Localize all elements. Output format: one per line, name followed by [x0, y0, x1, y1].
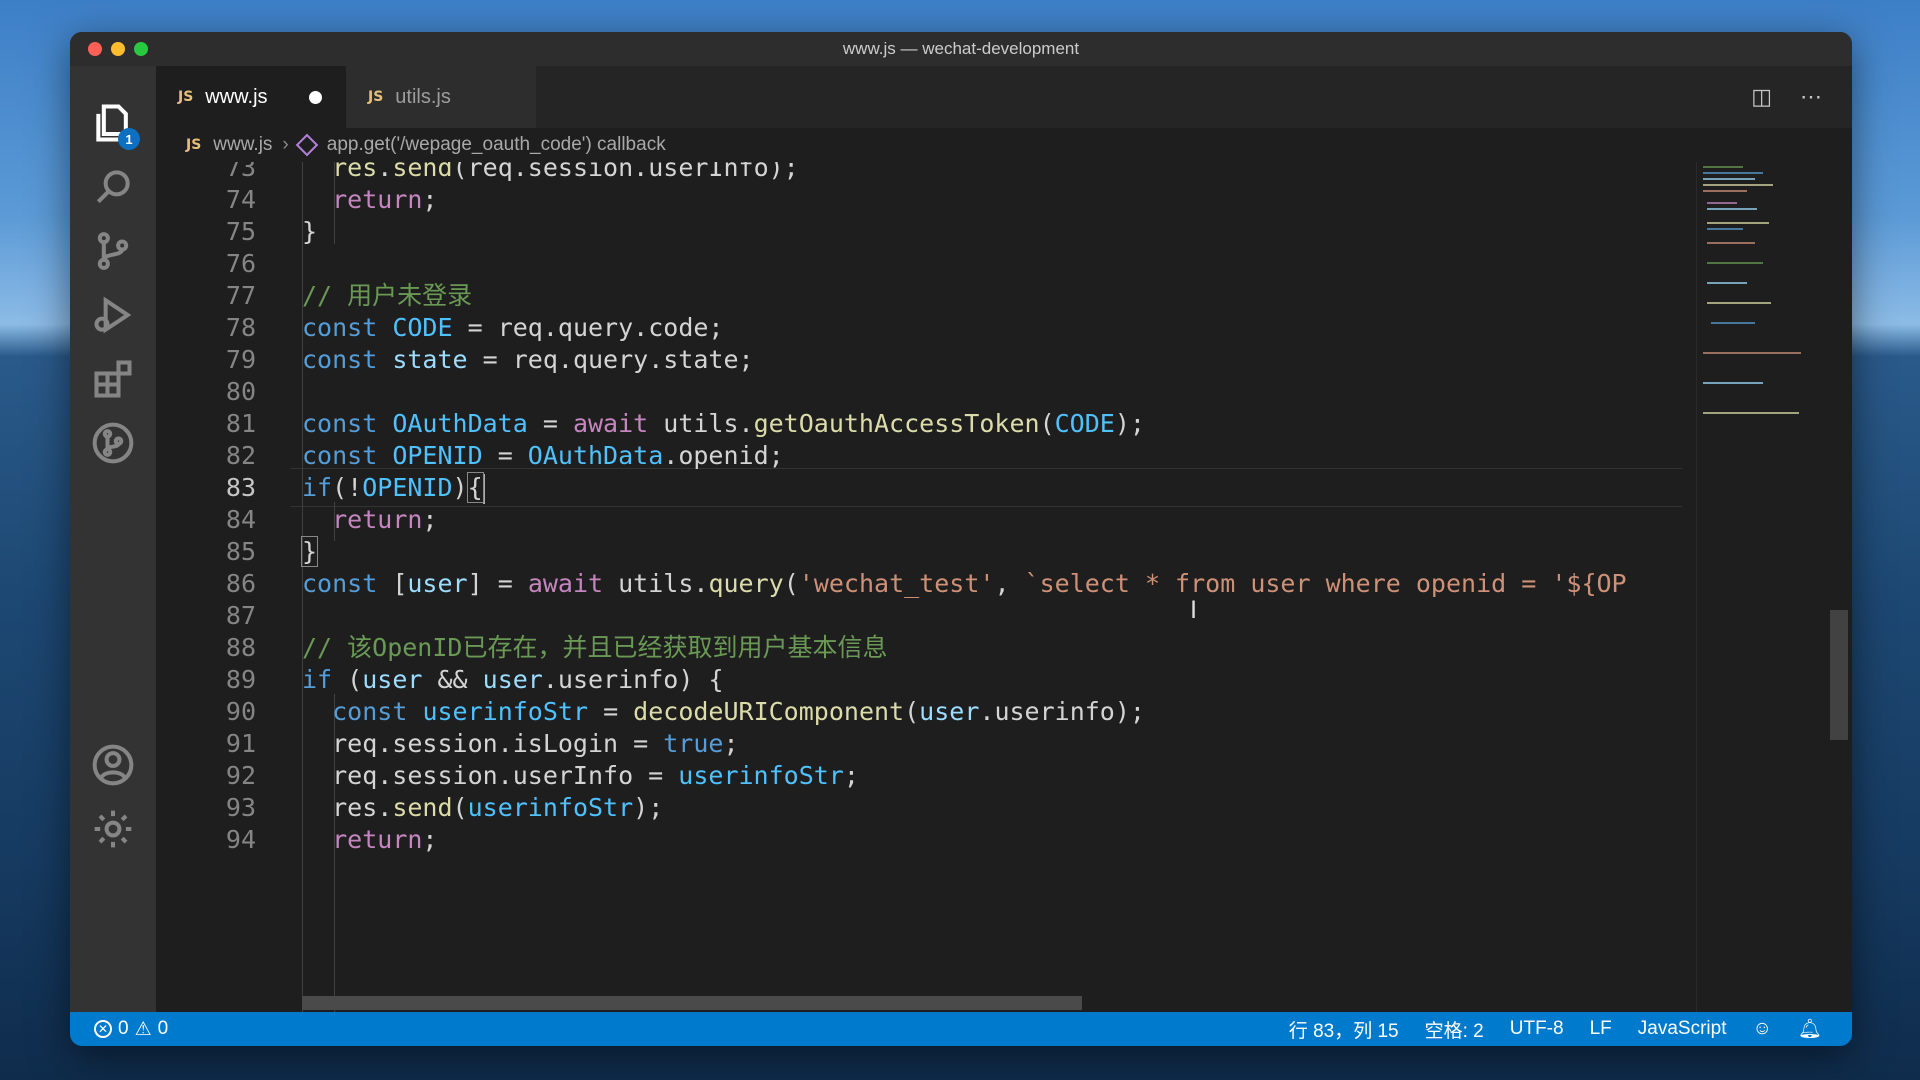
vscode-window: www.js — wechat-development 1 JS www.js … — [70, 32, 1852, 1046]
explorer-badge: 1 — [118, 128, 140, 150]
gear-icon — [94, 810, 132, 848]
breadcrumb-symbol[interactable]: app.get('/wepage_oauth_code') callback — [327, 134, 666, 156]
string-literal: `select * from user where openid = '${OP — [1024, 569, 1627, 598]
code-line: const state = req.query.state; — [302, 345, 754, 374]
editor-actions: ◫ ⋯ — [1751, 84, 1822, 110]
js-file-icon: JS — [186, 137, 202, 153]
code-editor[interactable]: 73 74 75 76 77 78 79 80 81 82 83 84 85 8… — [156, 162, 1696, 1012]
explorer-button[interactable]: 1 — [70, 92, 156, 154]
git-graph-button[interactable] — [70, 412, 156, 474]
more-actions-icon[interactable]: ⋯ — [1800, 84, 1822, 110]
breadcrumb-file[interactable]: www.js — [213, 134, 272, 156]
minimap-line — [1707, 242, 1755, 244]
minimap-line — [1707, 202, 1737, 204]
git-graph-icon — [92, 422, 134, 464]
breadcrumb: JS www.js › app.get('/wepage_oauth_code'… — [156, 128, 1852, 162]
string-literal: 'wechat_test' — [798, 569, 995, 598]
minimap-line — [1707, 228, 1743, 230]
mouse-ibeam-icon: I — [1190, 596, 1198, 624]
activity-bar: 1 — [70, 66, 156, 1012]
manage-button[interactable] — [70, 798, 156, 860]
account-icon — [92, 744, 134, 786]
unsaved-dot-icon[interactable] — [309, 90, 322, 104]
language-mode[interactable]: JavaScript — [1638, 1018, 1727, 1040]
minimap-line — [1707, 208, 1757, 210]
bell-icon[interactable]: 🔔︎ — [1798, 1017, 1822, 1041]
tab-label: utils.js — [395, 85, 451, 108]
split-editor-icon[interactable]: ◫ — [1751, 84, 1772, 110]
chevron-right-icon: › — [282, 134, 289, 155]
code-line: return; — [332, 505, 438, 534]
editor-tab-bar: JS www.js JS utils.js ◫ ⋯ — [156, 66, 1852, 128]
title-bar: www.js — wechat-development — [70, 32, 1852, 66]
minimap-line — [1707, 222, 1769, 224]
code-line: const [user] = await utils.query('wechat… — [302, 569, 1627, 598]
minimap-line — [1703, 178, 1755, 180]
minimap-line — [1711, 322, 1755, 324]
js-file-icon: JS — [178, 89, 194, 105]
warning-count: 0 — [157, 1018, 169, 1039]
error-icon: ✕ — [94, 1020, 112, 1038]
source-control-button[interactable] — [70, 220, 156, 282]
tab-label: www.js — [205, 85, 268, 108]
encoding[interactable]: UTF-8 — [1510, 1018, 1564, 1040]
minimap-line — [1707, 302, 1771, 304]
line-number: 94 — [225, 825, 256, 854]
indentation[interactable]: 空格: 2 — [1425, 1016, 1484, 1043]
js-file-icon: JS — [368, 89, 384, 105]
minimap-line — [1703, 412, 1799, 414]
text-cursor — [482, 474, 485, 504]
vertical-scrollbar-track[interactable] — [1826, 162, 1852, 1012]
minimap-line — [1703, 166, 1743, 168]
problems-indicator[interactable]: ✕ 0 ⚠ 0 — [94, 1018, 168, 1041]
minimap-line — [1703, 352, 1801, 354]
tab-utils-js[interactable]: JS utils.js — [346, 66, 536, 128]
zoom-window-button[interactable] — [134, 42, 148, 56]
run-debug-icon — [94, 296, 132, 334]
symbol-method-icon — [295, 133, 319, 157]
source-control-icon — [97, 232, 129, 270]
search-button[interactable] — [70, 156, 156, 218]
window-title: www.js — wechat-development — [842, 39, 1080, 58]
feedback-icon[interactable]: ☺ — [1752, 1018, 1771, 1040]
minimap-line — [1707, 282, 1747, 284]
tab-www-js[interactable]: JS www.js — [156, 66, 346, 128]
minimap-line — [1703, 190, 1747, 192]
status-bar: ✕ 0 ⚠ 0 行 83，列 15 空格: 2 UTF-8 LF JavaScr… — [70, 1012, 1852, 1046]
code-line: return; — [332, 185, 438, 214]
close-window-button[interactable] — [88, 42, 102, 56]
warning-icon: ⚠ — [134, 1018, 152, 1040]
minimap[interactable] — [1696, 162, 1807, 1012]
minimap-line — [1703, 172, 1763, 174]
search-icon — [96, 170, 130, 204]
run-debug-button[interactable] — [70, 284, 156, 346]
extensions-icon — [94, 360, 132, 398]
minimap-line — [1703, 184, 1773, 186]
end-of-line[interactable]: LF — [1590, 1018, 1612, 1040]
code-line: return; — [332, 825, 438, 854]
horizontal-scrollbar[interactable] — [302, 996, 1082, 1010]
minimap-line — [1707, 262, 1763, 264]
extensions-button[interactable] — [70, 348, 156, 410]
vertical-scrollbar-thumb[interactable] — [1830, 610, 1848, 740]
error-count: 0 — [118, 1018, 129, 1039]
status-items: 行 83，列 15 空格: 2 UTF-8 LF JavaScript ☺ 🔔︎ — [1289, 1016, 1822, 1043]
minimap-line — [1703, 382, 1763, 384]
cursor-position[interactable]: 行 83，列 15 — [1289, 1016, 1399, 1043]
accounts-button[interactable] — [70, 734, 156, 796]
traffic-lights — [88, 42, 148, 56]
minimize-window-button[interactable] — [111, 42, 125, 56]
